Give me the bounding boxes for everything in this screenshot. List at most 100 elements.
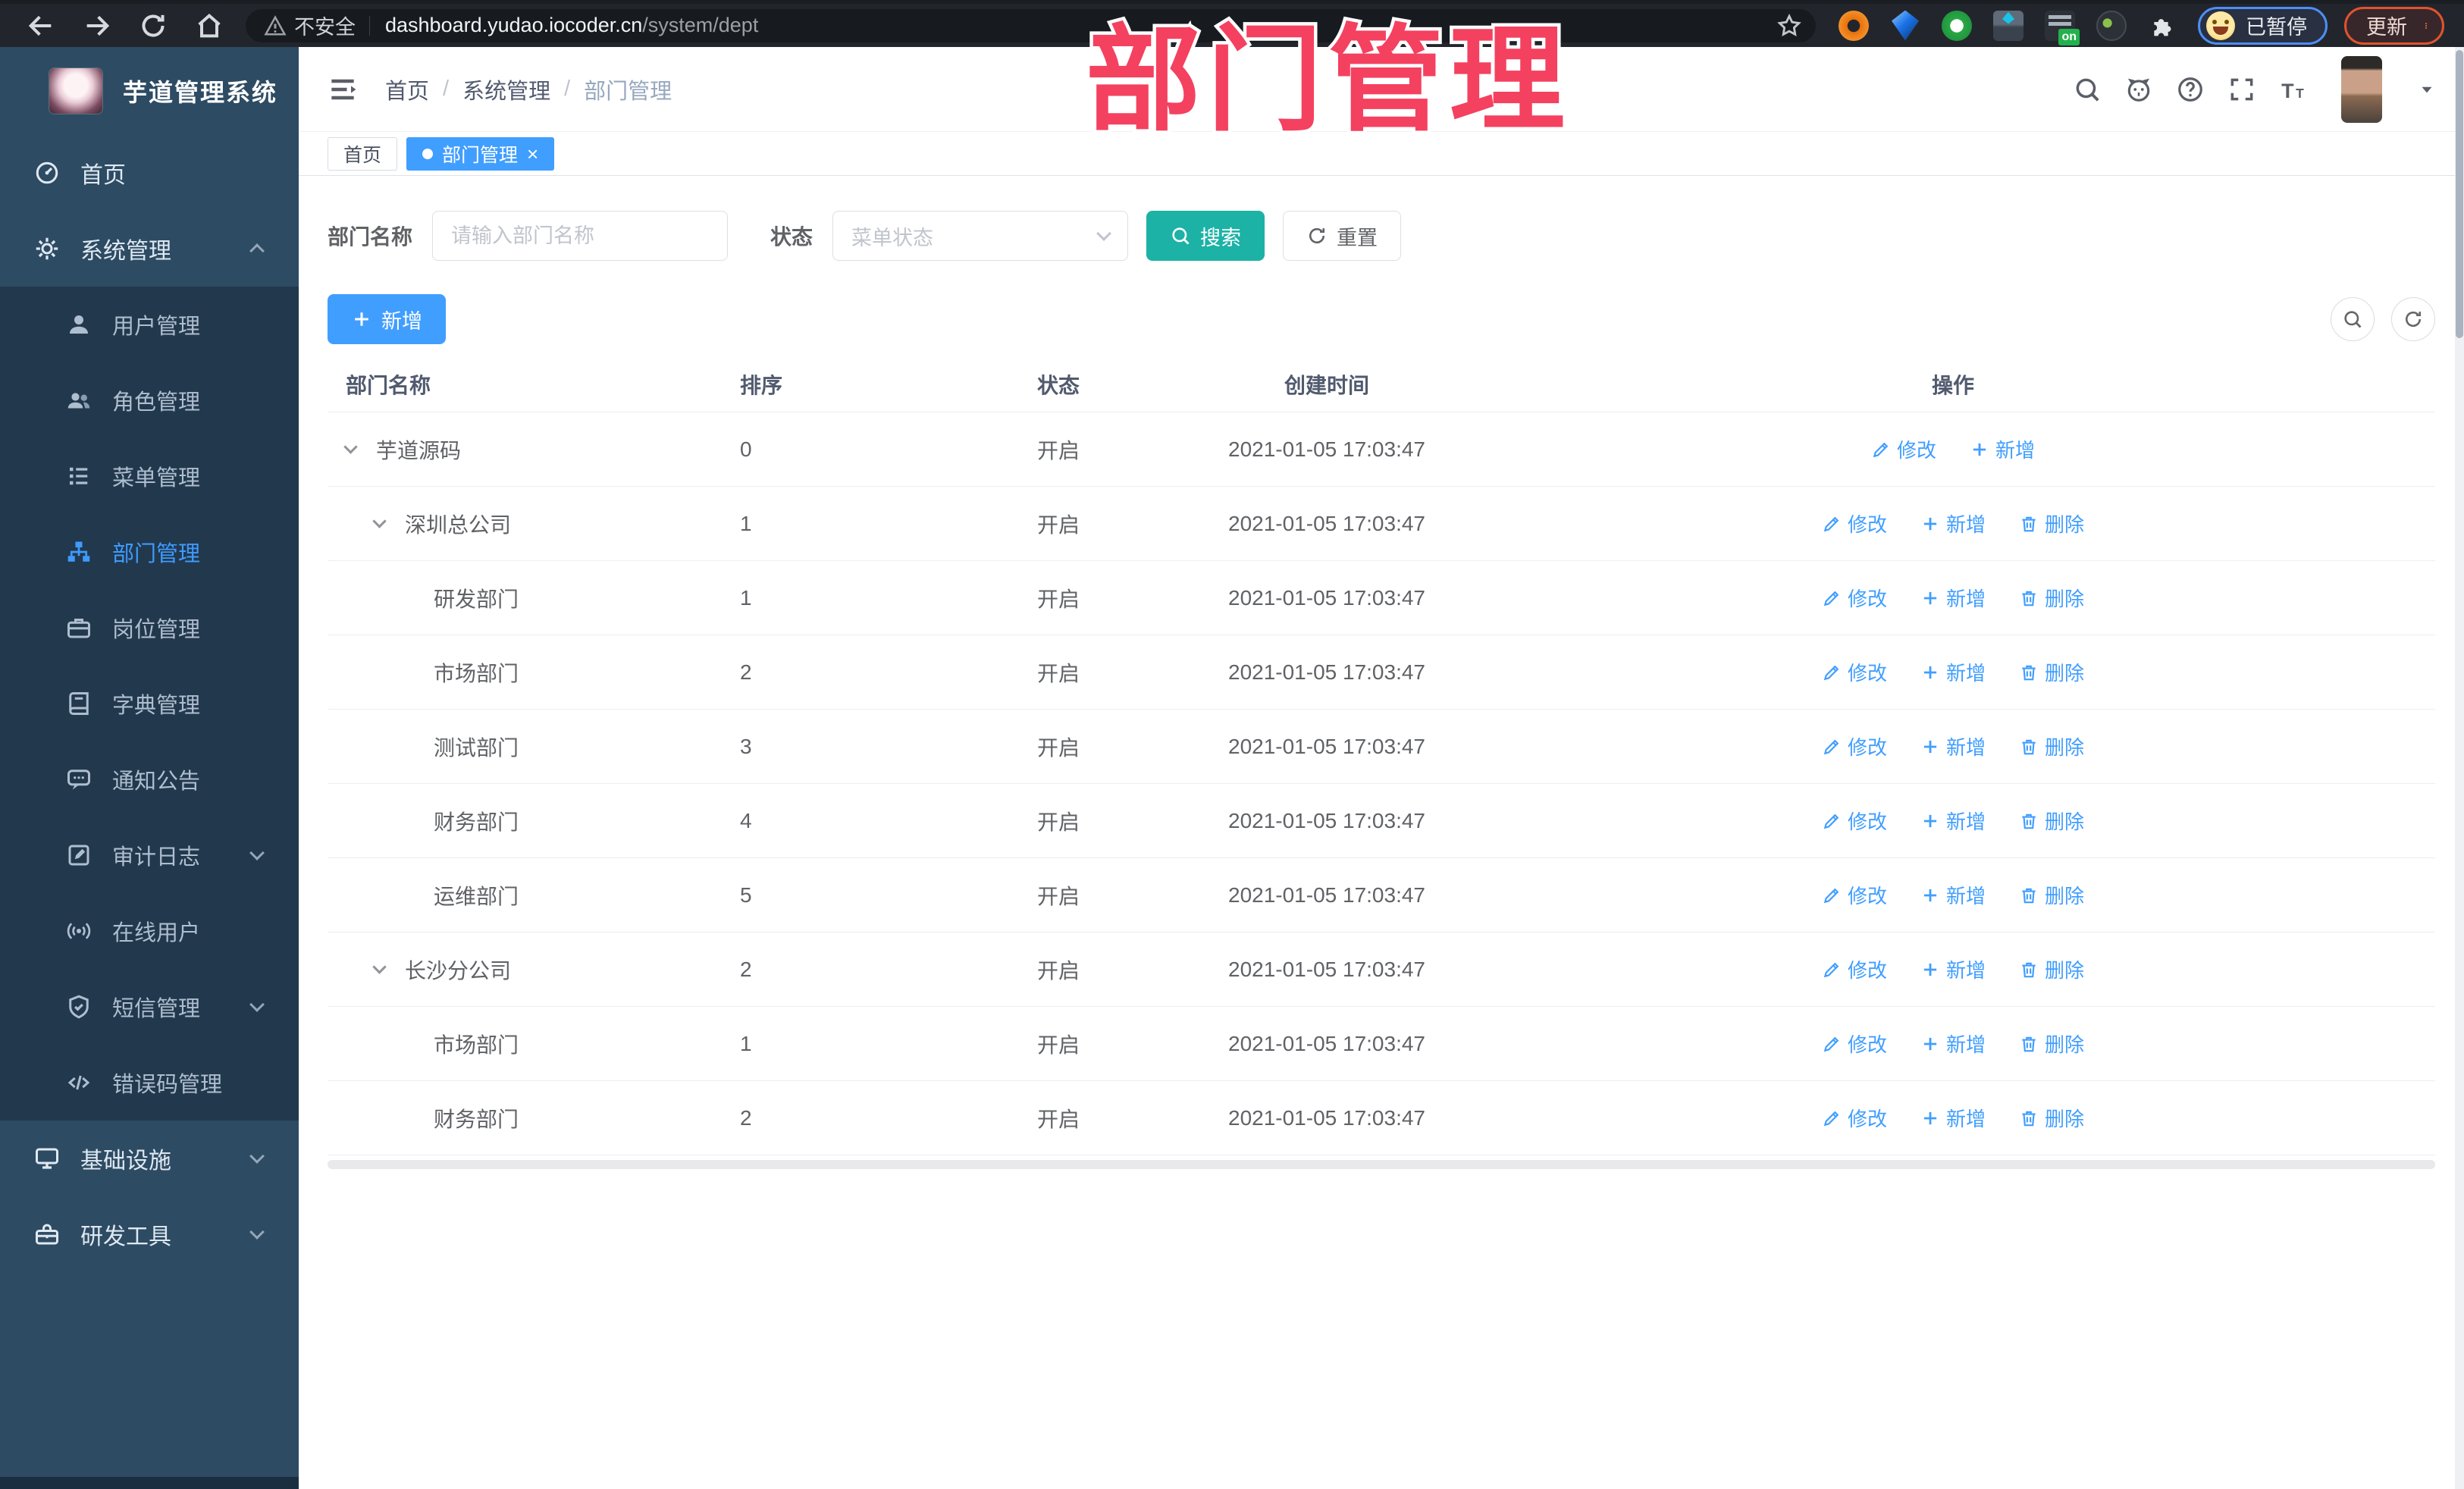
breadcrumb-home[interactable]: 首页 (385, 74, 429, 105)
green-circle-extension-icon[interactable] (1942, 10, 1972, 41)
sidebar-item-audit[interactable]: 审计日志 (0, 817, 299, 893)
sidebar-menu: 首页 系统管理 用户管理角色管理菜单管理 部门管理 岗位管理 字典管理 通知公告 审计日志 在线… (0, 135, 299, 1477)
browser-update-button[interactable]: 更新 (2344, 6, 2444, 45)
add-action-link[interactable]: 新增 (1920, 658, 1986, 686)
window-scrollbar[interactable] (2455, 47, 2464, 1489)
sidebar-item-errcode[interactable]: 错误码管理 (0, 1045, 299, 1121)
collapse-sidebar-icon[interactable] (326, 73, 359, 106)
sidebar-item-user[interactable]: 用户管理 (0, 287, 299, 362)
add-action-link[interactable]: 新增 (1920, 509, 1986, 538)
add-action-link[interactable]: 新增 (1970, 435, 2035, 463)
add-action-link[interactable]: 新增 (1920, 1030, 1986, 1058)
sidebar-item-menu[interactable]: 菜单管理 (0, 438, 299, 514)
sidebar-item-dept[interactable]: 部门管理 (0, 514, 299, 590)
edit-action-link[interactable]: 修改 (1871, 435, 1936, 463)
dept-status: 开启 (1037, 810, 1080, 834)
sidebar-logo[interactable]: 芋道管理系统 (0, 47, 299, 135)
gem-extension-icon[interactable] (1892, 10, 1919, 41)
search-button[interactable]: 搜索 (1146, 211, 1265, 261)
tag-close-icon[interactable]: × (527, 144, 538, 164)
edit-action-link[interactable]: 修改 (1822, 509, 1887, 538)
expand-arrow-icon[interactable] (372, 514, 387, 528)
table-horizontal-scrollbar[interactable] (328, 1160, 2435, 1169)
font-size-icon[interactable] (2279, 75, 2308, 104)
edit-action-link[interactable]: 修改 (1822, 584, 1887, 612)
orange-extension-icon[interactable] (1839, 10, 1869, 41)
sidebar-item-label: 角色管理 (112, 390, 201, 415)
dept-created-time: 2021-01-05 17:03:47 (1228, 585, 1425, 610)
browser-home-icon[interactable] (194, 11, 224, 41)
sidebar-item-post[interactable]: 岗位管理 (0, 590, 299, 666)
edit-action-link[interactable]: 修改 (1822, 881, 1887, 909)
dept-name: 测试部门 (434, 735, 519, 760)
browser-menu-dots-icon[interactable] (2422, 13, 2430, 39)
dept-sort: 4 (740, 808, 752, 832)
browser-reload-icon[interactable] (138, 11, 168, 41)
sidebar-item-dict[interactable]: 字典管理 (0, 666, 299, 741)
breadcrumb-system[interactable]: 系统管理 (462, 74, 550, 105)
add-action-link[interactable]: 新增 (1920, 732, 1986, 760)
reset-button[interactable]: 重置 (1283, 211, 1402, 261)
user-avatar[interactable] (2341, 55, 2382, 123)
add-action-link[interactable]: 新增 (1920, 584, 1986, 612)
sidebar-item-home[interactable]: 首页 (0, 135, 299, 211)
edit-action-link[interactable]: 修改 (1822, 732, 1887, 760)
browser-back-icon[interactable] (26, 11, 56, 41)
delete-action-link[interactable]: 删除 (2019, 658, 2084, 686)
help-icon[interactable] (2176, 75, 2205, 104)
browser-toolbar: 不安全 dashboard.yudao.iocoder.cn /system/d… (0, 0, 2464, 47)
table-row: 测试部门 3 开启 2021-01-05 17:03:47 修改 新增 删除 (328, 710, 2435, 784)
expand-arrow-icon[interactable] (372, 960, 387, 974)
refresh-table-button[interactable] (2391, 297, 2435, 341)
table-header-row: 部门名称 排序 状态 创建时间 操作 (328, 356, 2435, 412)
fullscreen-icon[interactable] (2227, 75, 2256, 104)
add-action-link[interactable]: 新增 (1920, 1104, 1986, 1132)
sidebar-item-role[interactable]: 角色管理 (0, 362, 299, 438)
delete-action-link[interactable]: 删除 (2019, 807, 2084, 835)
dept-name-input[interactable] (432, 211, 729, 261)
dept-status: 开启 (1037, 661, 1080, 685)
delete-action-link[interactable]: 删除 (2019, 1030, 2084, 1058)
edit-action-link[interactable]: 修改 (1822, 1104, 1887, 1132)
add-action-link[interactable]: 新增 (1920, 807, 1986, 835)
table-row: 财务部门 2 开启 2021-01-05 17:03:47 修改 新增 删除 (328, 1081, 2435, 1155)
extensions-puzzle-icon[interactable] (2148, 11, 2178, 41)
sidebar-item-devtools[interactable]: 研发工具 (0, 1196, 299, 1272)
edit-action-link[interactable]: 修改 (1822, 658, 1887, 686)
sidebar-item-infra[interactable]: 基础设施 (0, 1121, 299, 1196)
browser-forward-icon[interactable] (82, 11, 112, 41)
edit-action-link[interactable]: 修改 (1822, 955, 1887, 983)
edit-action-link[interactable]: 修改 (1822, 807, 1887, 835)
profile-emoji-avatar (2206, 11, 2235, 40)
sidebar-item-sms[interactable]: 短信管理 (0, 969, 299, 1045)
add-action-link[interactable]: 新增 (1920, 881, 1986, 909)
address-bar[interactable]: 不安全 dashboard.yudao.iocoder.cn /system/d… (246, 8, 1816, 42)
tag-dept-active[interactable]: 部门管理 × (406, 136, 555, 171)
delete-action-link[interactable]: 删除 (2019, 1104, 2084, 1132)
tag-home[interactable]: 首页 (328, 136, 398, 171)
add-action-link[interactable]: 新增 (1920, 955, 1986, 983)
sidebar-item-online[interactable]: 在线用户 (0, 893, 299, 969)
toggle-search-button[interactable] (2331, 297, 2375, 341)
sidebar-item-system[interactable]: 系统管理 (0, 211, 299, 287)
expand-arrow-icon[interactable] (343, 440, 358, 454)
squares-extension-icon[interactable] (1993, 10, 2024, 41)
monkey-extension-icon[interactable] (2096, 10, 2127, 41)
browser-profile-button[interactable]: 已暂停 (2198, 6, 2328, 45)
delete-action-link[interactable]: 删除 (2019, 584, 2084, 612)
sidebar-item-notice[interactable]: 通知公告 (0, 741, 299, 817)
edit-action-link[interactable]: 修改 (1822, 1030, 1887, 1058)
github-icon[interactable] (2124, 75, 2153, 104)
delete-action-link[interactable]: 删除 (2019, 881, 2084, 909)
chevron-down-icon (249, 1224, 265, 1240)
dark-on-extension-icon[interactable] (2045, 10, 2080, 45)
delete-action-link[interactable]: 删除 (2019, 732, 2084, 760)
delete-action-link[interactable]: 删除 (2019, 955, 2084, 983)
delete-action-link[interactable]: 删除 (2019, 509, 2084, 538)
status-select[interactable]: 菜单状态 (832, 211, 1129, 261)
bookmark-star-icon[interactable] (1776, 13, 1802, 39)
search-icon[interactable] (2073, 75, 2102, 104)
avatar-caret-icon[interactable] (2417, 80, 2437, 99)
add-button[interactable]: 新增 (328, 294, 446, 344)
dept-sort: 1 (740, 511, 752, 535)
